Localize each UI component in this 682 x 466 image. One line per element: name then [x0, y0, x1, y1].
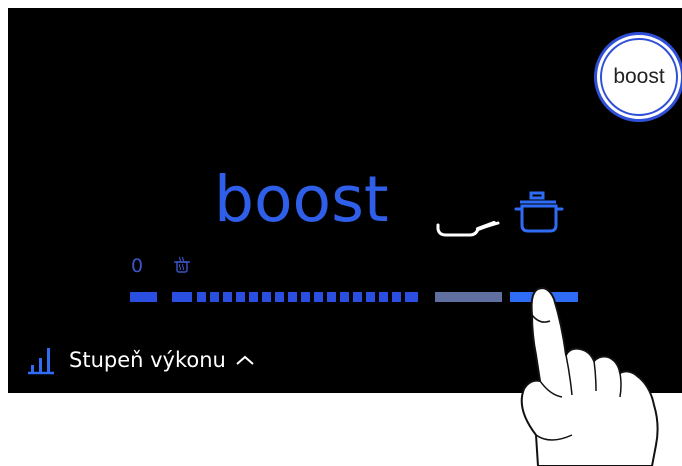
- slider-segment[interactable]: [353, 292, 362, 302]
- scale-zero-label: 0: [131, 255, 144, 277]
- bar-chart-icon: [28, 348, 54, 375]
- slider-segment[interactable]: [223, 292, 232, 302]
- slider-segment[interactable]: [262, 292, 271, 302]
- boost-button[interactable]: boost: [594, 32, 682, 122]
- steam-icon: [174, 256, 190, 273]
- slider-segment[interactable]: [405, 292, 418, 302]
- power-level-display: boost: [214, 163, 389, 236]
- slider-segment-off[interactable]: [130, 292, 157, 302]
- slider-segment-intermediate[interactable]: [435, 292, 502, 302]
- slider-segment[interactable]: [249, 292, 258, 302]
- power-level-label: Stupeň výkonu: [69, 348, 226, 372]
- pan-icon: [436, 221, 500, 237]
- slider-segment[interactable]: [197, 292, 206, 302]
- slider-segment[interactable]: [301, 292, 310, 302]
- slider-segment[interactable]: [236, 292, 245, 302]
- hand-pointer-icon: [520, 287, 659, 466]
- slider-segment[interactable]: [275, 292, 284, 302]
- slider-segment[interactable]: [340, 292, 349, 302]
- slider-segment[interactable]: [314, 292, 323, 302]
- slider-segment[interactable]: [288, 292, 297, 302]
- slider-segment[interactable]: [327, 292, 336, 302]
- boost-button-label: boost: [600, 38, 678, 116]
- slider-segment[interactable]: [366, 292, 375, 302]
- slider-segment[interactable]: [379, 292, 388, 302]
- power-level-menu[interactable]: Stupeň výkonu: [26, 345, 255, 375]
- pot-icon: [514, 191, 564, 233]
- slider-segment[interactable]: [210, 292, 219, 302]
- slider-segment[interactable]: [392, 292, 401, 302]
- chevron-up-icon[interactable]: [235, 353, 255, 367]
- slider-segment[interactable]: [172, 292, 192, 302]
